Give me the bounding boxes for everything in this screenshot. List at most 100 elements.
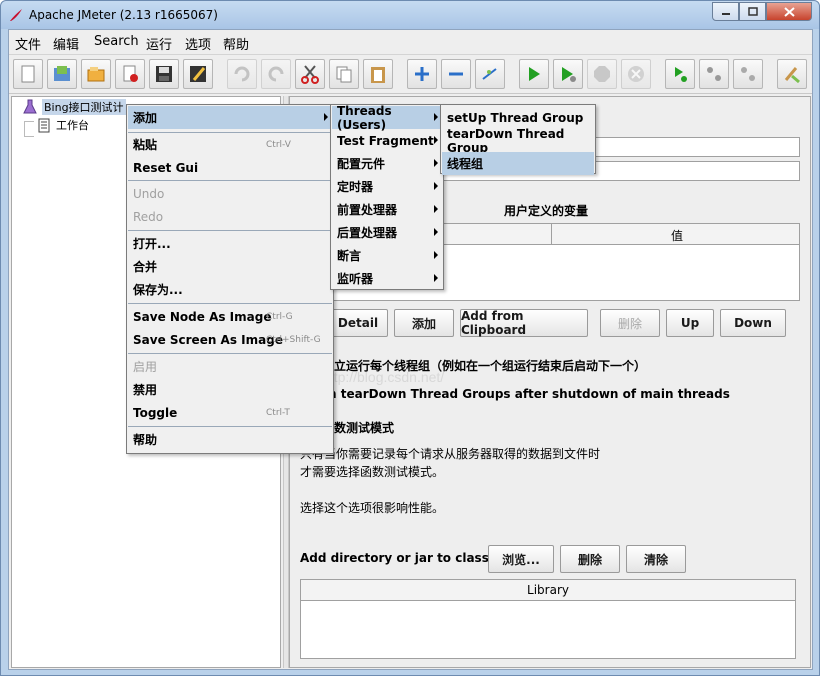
menu-run[interactable]: 运行 <box>146 34 172 53</box>
functional-desc-1: 只有当你需要记录每个请求从服务器取得的数据到文件时 <box>300 447 601 461</box>
open-button[interactable] <box>81 59 111 89</box>
copy-button[interactable] <box>329 59 359 89</box>
collapse-button[interactable] <box>441 59 471 89</box>
menu-reset-gui[interactable]: Reset Gui <box>128 156 332 179</box>
start-button[interactable] <box>519 59 549 89</box>
submenu-assertion[interactable]: 断言 <box>332 244 442 267</box>
minimize-button[interactable] <box>712 2 739 21</box>
menu-save-node-image[interactable]: Save Node As Image Ctrl-G <box>128 305 332 328</box>
menu-paste[interactable]: 粘贴 Ctrl-V <box>128 133 332 156</box>
remote-shutdown-icon <box>741 67 755 81</box>
detail-button[interactable]: Detail <box>328 309 388 337</box>
menu-open[interactable]: 打开... <box>128 232 332 255</box>
save-as-button[interactable] <box>183 59 213 89</box>
expand-icon <box>415 67 429 81</box>
clear-button[interactable]: 清除 <box>626 545 686 573</box>
remote-stop-icon <box>707 67 721 81</box>
menu-undo[interactable]: Undo <box>128 182 332 205</box>
menu-help[interactable]: 帮助 <box>128 428 332 451</box>
remote-shutdown-button[interactable] <box>733 59 763 89</box>
redo-button[interactable] <box>261 59 291 89</box>
save-icon <box>156 66 172 82</box>
remote-start-button[interactable] <box>665 59 695 89</box>
flask-icon <box>23 99 37 114</box>
add-from-clipboard-button[interactable]: Add from Clipboard <box>460 309 588 337</box>
tree-node-test-plan[interactable]: Bing接口测试计 <box>22 99 126 115</box>
menu-file[interactable]: 文件 <box>15 34 41 53</box>
title-bar[interactable]: Apache JMeter (2.13 r1665067) <box>1 1 819 29</box>
redo-icon <box>268 66 284 82</box>
new-button[interactable] <box>13 59 43 89</box>
collapse-icon <box>449 72 463 76</box>
teardown-option[interactable]: n tearDown Thread Groups after shutdown … <box>328 387 730 401</box>
menu-add[interactable]: 添加 <box>128 106 332 129</box>
menu-save-screen-image[interactable]: Save Screen As Image Ctrl+Shift-G <box>128 328 332 351</box>
functional-mode-option[interactable]: 数测试模式 <box>334 419 394 436</box>
open-icon <box>87 67 105 82</box>
down-button[interactable]: Down <box>720 309 786 337</box>
delete-button[interactable]: 删除 <box>600 309 660 337</box>
submenu-config-element[interactable]: 配置元件 <box>332 152 442 175</box>
submenu-arrow-icon <box>434 228 438 236</box>
add-button[interactable]: 添加 <box>394 309 454 337</box>
close-window-button[interactable] <box>766 2 812 21</box>
shutdown-button[interactable] <box>621 59 651 89</box>
toggle-button[interactable] <box>475 59 505 89</box>
thread-group[interactable]: 线程组 <box>442 152 594 175</box>
library-header: Library <box>301 580 795 601</box>
undo-button[interactable] <box>227 59 257 89</box>
remote-stop-button[interactable] <box>699 59 729 89</box>
menu-separator <box>128 180 332 181</box>
tree-node-workbench[interactable]: 工作台 <box>36 117 89 133</box>
menu-separator <box>128 230 332 231</box>
column-divider <box>551 224 552 244</box>
col-value-header: 值 <box>671 229 684 243</box>
save-button[interactable] <box>149 59 179 89</box>
expand-button[interactable] <box>407 59 437 89</box>
submenu-listener[interactable]: 监听器 <box>332 267 442 290</box>
submenu-timer[interactable]: 定时器 <box>332 175 442 198</box>
clear-all-button[interactable] <box>777 59 807 89</box>
threads-submenu: setUp Thread Group tearDown Thread Group… <box>440 104 596 175</box>
paste-button[interactable] <box>363 59 393 89</box>
submenu-threads[interactable]: Threads (Users) <box>332 104 442 132</box>
menu-help[interactable]: 帮助 <box>223 34 249 53</box>
classpath-delete-button[interactable]: 删除 <box>560 545 620 573</box>
new-icon <box>21 65 35 83</box>
add-submenu: Threads (Users) Test Fragment 配置元件 定时器 前… <box>330 104 444 290</box>
menu-separator <box>128 303 332 304</box>
menu-toggle[interactable]: Toggle Ctrl-T <box>128 401 332 424</box>
minimize-icon <box>721 12 730 15</box>
stop-button[interactable] <box>587 59 617 89</box>
maximize-button[interactable] <box>739 2 766 21</box>
menu-options[interactable]: 选项 <box>185 34 211 53</box>
menu-disable[interactable]: 禁用 <box>128 378 332 401</box>
browse-button[interactable]: 浏览... <box>488 545 554 573</box>
close-file-button[interactable] <box>115 59 145 89</box>
templates-icon <box>54 66 70 81</box>
menu-save-as[interactable]: 保存为... <box>128 278 332 301</box>
functional-desc-3: 选择这个选项很影响性能。 <box>300 501 445 515</box>
up-button[interactable]: Up <box>666 309 714 337</box>
vars-title: 用户定义的变量 <box>504 204 589 218</box>
menu-merge[interactable]: 合并 <box>128 255 332 278</box>
clear-all-icon <box>784 67 800 84</box>
menu-search[interactable]: Search <box>94 34 139 49</box>
menu-separator <box>128 426 332 427</box>
jmeter-feather-icon <box>10 9 22 21</box>
templates-button[interactable] <box>47 59 77 89</box>
save-as-icon <box>190 66 206 82</box>
cut-button[interactable] <box>295 59 325 89</box>
submenu-post-processor[interactable]: 后置处理器 <box>332 221 442 244</box>
teardown-thread-group[interactable]: tearDown Thread Group <box>442 127 594 155</box>
paste-icon <box>371 67 385 83</box>
menu-redo[interactable]: Redo <box>128 205 332 228</box>
cut-icon <box>301 65 319 84</box>
menu-enable[interactable]: 启用 <box>128 355 332 378</box>
library-table[interactable]: Library <box>300 579 796 659</box>
menu-separator <box>128 353 332 354</box>
menu-edit[interactable]: 编辑 <box>53 34 79 53</box>
start-no-pause-button[interactable] <box>553 59 583 89</box>
submenu-test-fragment[interactable]: Test Fragment <box>332 129 442 152</box>
submenu-pre-processor[interactable]: 前置处理器 <box>332 198 442 221</box>
